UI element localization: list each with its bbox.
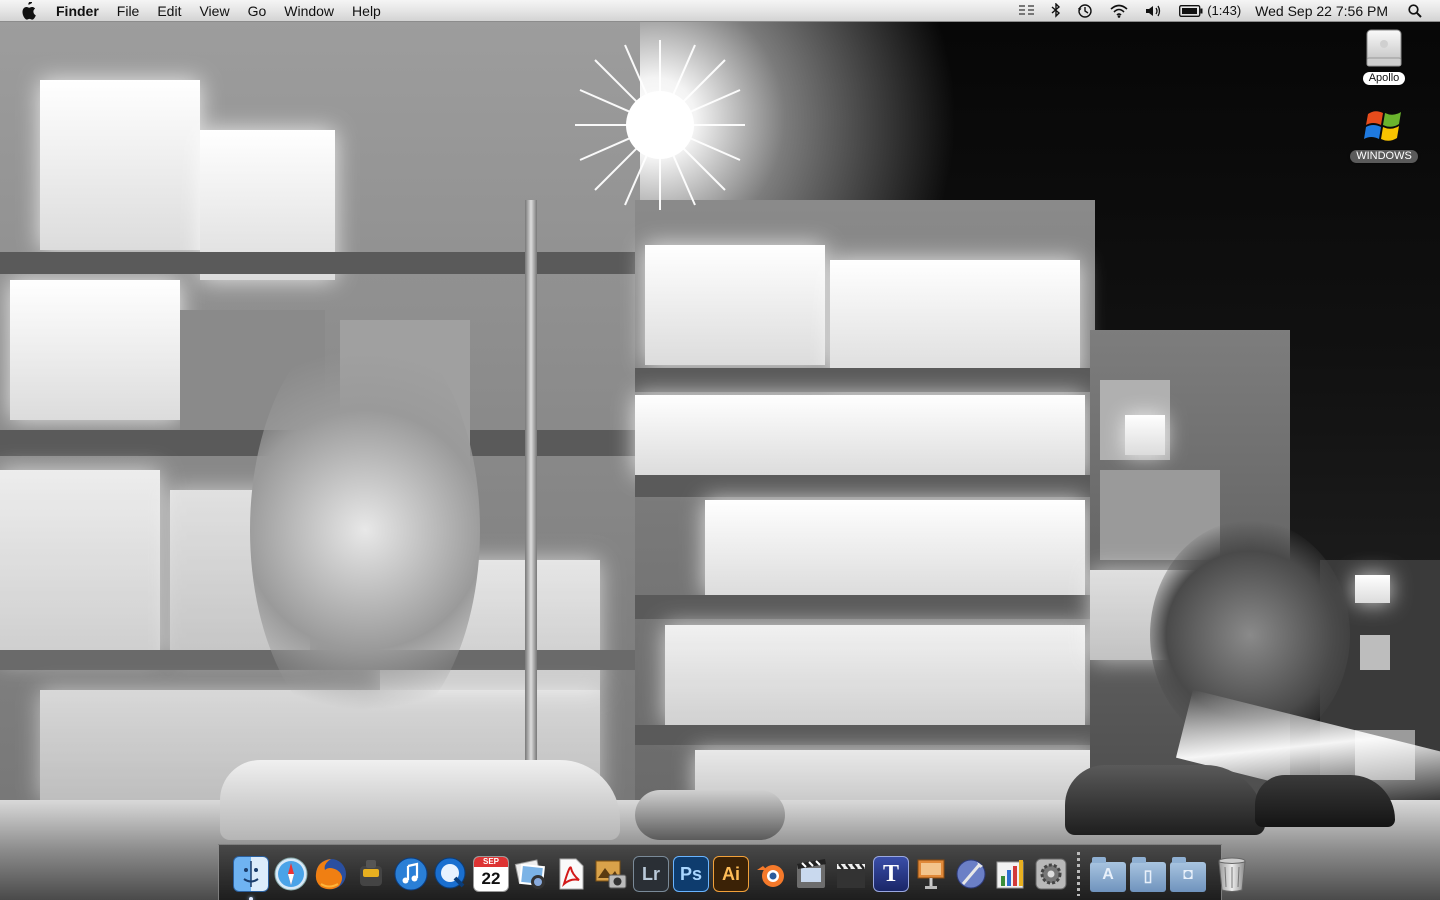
dock-finder[interactable] — [231, 854, 271, 900]
ical-month: SEP — [474, 857, 508, 867]
dock-stack-documents[interactable]: ▯ — [1128, 854, 1168, 894]
dock-illustrator[interactable]: Ai — [711, 854, 751, 894]
dock-safari[interactable] — [271, 854, 311, 894]
bluetooth-icon[interactable] — [1051, 0, 1061, 22]
hard-drive-icon — [1366, 29, 1402, 67]
menu-window[interactable]: Window — [275, 0, 343, 22]
documents-folder-icon: ▯ — [1130, 857, 1166, 892]
clapper-icon — [837, 863, 865, 888]
desktop-wallpaper — [0, 0, 1440, 900]
wallpaper-building-middle — [635, 200, 1095, 800]
dock-system-preferences[interactable] — [1031, 854, 1071, 894]
dock-script-editor[interactable] — [951, 854, 991, 894]
time-machine-icon[interactable] — [1077, 0, 1093, 22]
dock-separator — [1077, 852, 1080, 896]
dock-blender[interactable] — [751, 854, 791, 894]
dock: SEP 22 Lr Ps Ai T A ▯ ◘ — [218, 844, 1246, 900]
dock-iphoto[interactable] — [511, 854, 551, 894]
dock-quicktime[interactable] — [431, 854, 471, 894]
documents-folder-glyph: ▯ — [1143, 868, 1153, 885]
ical-date: 22 — [481, 869, 501, 888]
apple-menu-icon[interactable] — [18, 1, 38, 21]
grapher-icon — [996, 860, 1024, 889]
system-preferences-icon — [1035, 858, 1067, 890]
menu-extras: (1:43) Wed Sep 22 7:56 PM — [1011, 0, 1440, 22]
menu-help[interactable]: Help — [343, 0, 390, 22]
applications-folder-icon: A — [1090, 857, 1126, 892]
dock-stack-pictures[interactable]: ◘ — [1168, 854, 1208, 894]
photoshop-icon: Ps — [673, 856, 709, 892]
dock-firefox[interactable] — [311, 854, 351, 894]
lightroom-icon: Lr — [633, 856, 669, 892]
trash-icon — [1218, 857, 1246, 892]
menu-go[interactable]: Go — [239, 0, 276, 22]
dock-acrobat[interactable] — [551, 854, 591, 894]
dock-grapher[interactable] — [991, 854, 1031, 894]
dock-typeset[interactable]: T — [871, 854, 911, 894]
pictures-folder-glyph: ◘ — [1183, 866, 1193, 883]
iphoto-icon — [514, 859, 545, 889]
desktop-icon-windows[interactable]: WINDOWS — [1344, 104, 1424, 163]
desktop-label-apollo: Apollo — [1362, 72, 1406, 85]
applications-folder-glyph: A — [1102, 866, 1114, 883]
image-capture-icon — [595, 860, 627, 889]
dock-keynote[interactable] — [911, 854, 951, 894]
desktop-icon-apollo[interactable]: Apollo — [1344, 26, 1424, 85]
wallpaper-street-lamp — [525, 200, 537, 790]
acrobat-icon — [559, 858, 584, 890]
menu-app-finder[interactable]: Finder — [52, 0, 108, 22]
menu-file[interactable]: File — [108, 0, 149, 22]
dock-transmission[interactable] — [351, 854, 391, 894]
menu-edit[interactable]: Edit — [148, 0, 190, 22]
menu-clock[interactable]: Wed Sep 22 7:56 PM — [1255, 3, 1388, 19]
firefox-icon — [315, 859, 346, 890]
illustrator-icon: Ai — [713, 856, 749, 892]
typeset-icon: T — [873, 856, 909, 892]
dock-itunes[interactable] — [391, 854, 431, 894]
battery-time: (1:43) — [1207, 3, 1242, 18]
safari-icon — [274, 857, 308, 891]
ical-icon: SEP 22 — [473, 856, 509, 892]
dock-imovie[interactable] — [791, 854, 831, 894]
spaces-icon[interactable] — [1019, 0, 1035, 22]
volume-icon[interactable] — [1145, 0, 1163, 22]
keynote-icon — [917, 859, 945, 889]
dock-ical[interactable]: SEP 22 — [471, 854, 511, 894]
dock-lightroom[interactable]: Lr — [631, 854, 671, 894]
finder-icon — [233, 856, 269, 892]
menu-view[interactable]: View — [190, 0, 238, 22]
desktop-label-windows: WINDOWS — [1350, 150, 1418, 163]
wallpaper-car-white — [220, 760, 620, 840]
spotlight-search-icon[interactable] — [1408, 0, 1422, 22]
wallpaper-car-far — [1255, 775, 1395, 827]
imovie-icon — [797, 859, 826, 888]
itunes-icon — [394, 857, 428, 891]
dock-stack-applications[interactable]: A — [1088, 854, 1128, 894]
windows-drive-icon — [1364, 111, 1401, 141]
dock-clapper[interactable] — [831, 854, 871, 894]
quicktime-icon — [434, 857, 466, 889]
battery-icon[interactable]: (1:43) — [1179, 0, 1241, 22]
wifi-icon[interactable] — [1109, 0, 1129, 22]
wallpaper-car-dark — [1065, 765, 1265, 835]
pictures-folder-icon: ◘ — [1170, 857, 1206, 892]
script-editor-icon — [956, 859, 986, 889]
transmission-icon — [360, 860, 382, 886]
wallpaper-motorcycle — [635, 790, 785, 840]
menu-bar: Finder File Edit View Go Window Help (1:… — [0, 0, 1440, 22]
wallpaper-tree-left — [250, 320, 480, 740]
dock-image-capture[interactable] — [591, 854, 631, 894]
dock-trash[interactable] — [1212, 854, 1252, 894]
wallpaper-starburst — [575, 40, 745, 210]
blender-icon — [757, 865, 784, 887]
dock-photoshop[interactable]: Ps — [671, 854, 711, 894]
